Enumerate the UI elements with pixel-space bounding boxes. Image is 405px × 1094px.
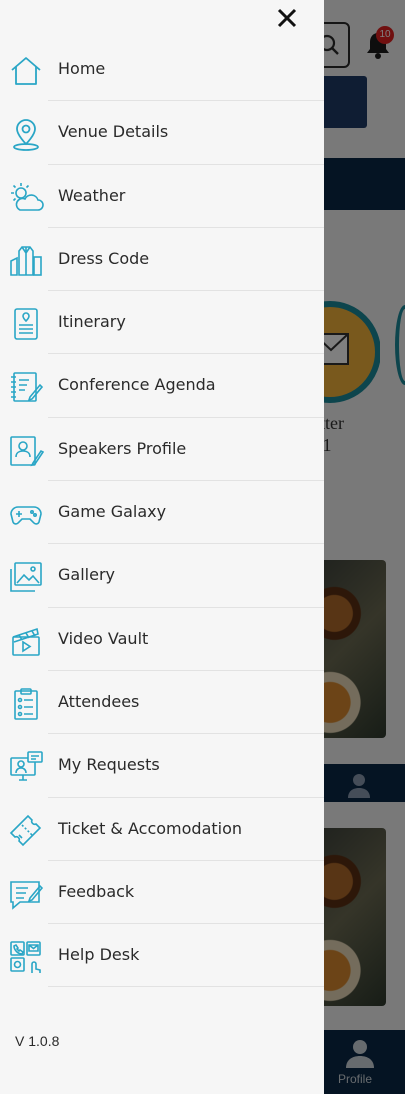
menu-label: Dress Code [58,248,150,268]
close-icon [277,8,297,28]
menu-label: Gallery [58,565,115,585]
menu-label: Help Desk [58,945,140,965]
video-clapper-icon [8,623,44,659]
menu-label: Game Galaxy [58,502,167,522]
gamepad-icon [8,496,44,532]
requests-icon [8,749,44,785]
itinerary-icon [8,306,44,342]
menu-label: Ticket & Accomodation [58,818,243,838]
close-drawer-button[interactable] [272,3,302,33]
menu-item-speakers-profile[interactable]: Speakers Profile [0,418,324,482]
menu-item-dress-code[interactable]: Dress Code [0,228,324,292]
menu-item-attendees[interactable]: Attendees [0,671,324,735]
app-version: V 1.0.8 [15,1033,60,1049]
menu-item-venue-details[interactable]: Venue Details [0,101,324,165]
menu-label: My Requests [58,755,160,775]
menu-label: Home [58,59,106,78]
ticket-icon [8,813,44,849]
dress-code-icon [8,243,44,279]
navigation-drawer: Home Venue Details Weather Dress Code It [0,0,324,1094]
menu-label: Speakers Profile [58,438,187,458]
menu-item-video-vault[interactable]: Video Vault [0,608,324,672]
menu-item-game-galaxy[interactable]: Game Galaxy [0,481,324,545]
map-pin-icon [8,116,44,152]
menu-item-gallery[interactable]: Gallery [0,544,324,608]
menu-item-ticket-accomodation[interactable]: Ticket & Accomodation [0,798,324,862]
gallery-icon [8,559,44,595]
menu-label: Venue Details [58,122,169,142]
weather-icon [8,180,44,216]
menu-item-itinerary[interactable]: Itinerary [0,291,324,355]
menu-item-feedback[interactable]: Feedback [0,861,324,925]
menu-label: Itinerary [58,312,126,332]
menu-label: Attendees [58,691,140,711]
menu-item-help-desk[interactable]: Help Desk [0,924,324,988]
menu-item-my-requests[interactable]: My Requests [0,734,324,798]
menu-item-weather[interactable]: Weather [0,165,324,229]
menu-item-home[interactable]: Home [0,38,324,102]
menu-item-conference-agenda[interactable]: Conference Agenda [0,354,324,419]
clipboard-list-icon [8,686,44,722]
feedback-icon [8,876,44,912]
menu-label: Video Vault [58,628,149,648]
menu-label: Conference Agenda [58,375,216,395]
menu-label: Feedback [58,881,135,901]
drawer-menu: Home Venue Details Weather Dress Code It [0,38,324,988]
agenda-icon [8,369,44,405]
menu-label: Weather [58,185,126,205]
speaker-profile-icon [8,433,44,469]
help-desk-icon [8,939,44,975]
home-icon [8,53,44,89]
